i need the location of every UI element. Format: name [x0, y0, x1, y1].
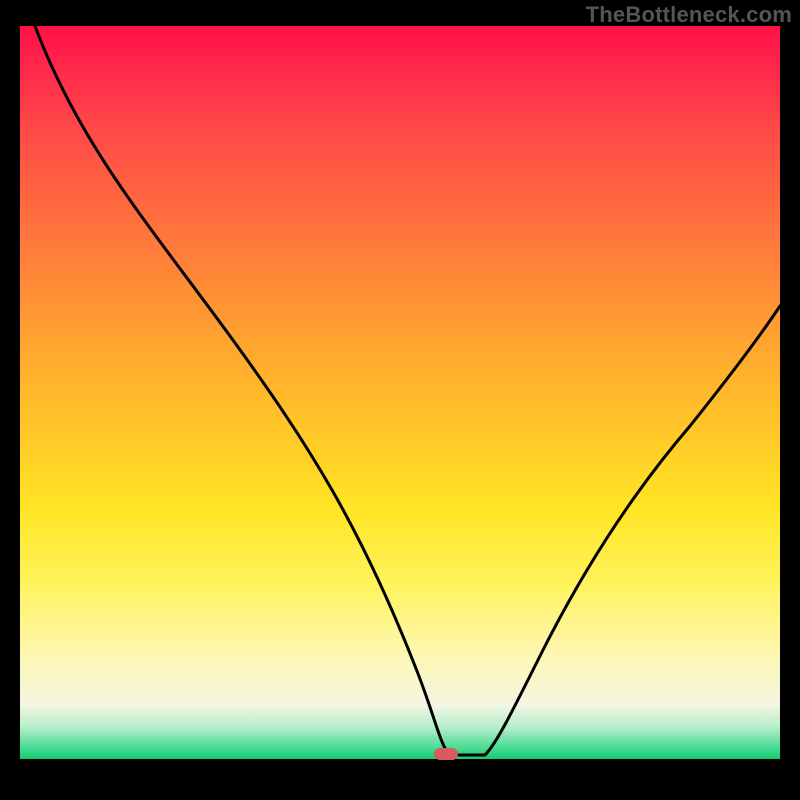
bottleneck-curve — [20, 26, 780, 780]
plot-area — [20, 26, 780, 780]
chart-frame: TheBottleneck.com — [0, 0, 800, 800]
watermark-text: TheBottleneck.com — [586, 2, 792, 28]
curve-path — [35, 26, 780, 755]
optimal-point-marker — [434, 748, 458, 760]
